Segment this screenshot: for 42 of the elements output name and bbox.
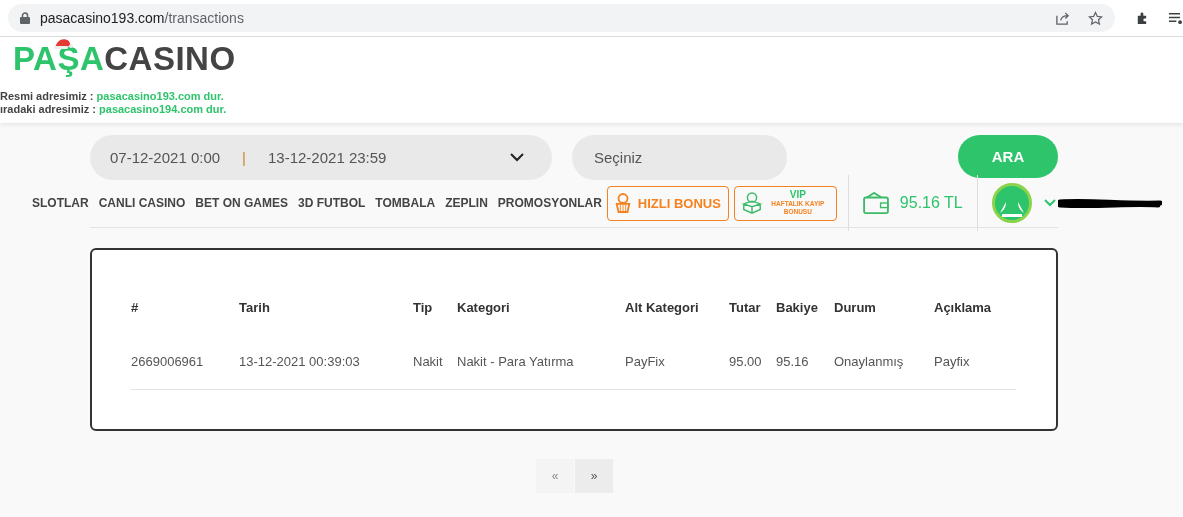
table-cell: 13-12-2021 00:39:03 [239, 354, 413, 390]
table-cell: Nakit - Para Yatırma [457, 354, 625, 390]
date-range-field[interactable]: 07-12-2021 0:00 | 13-12-2021 23:59 [90, 135, 552, 180]
nav-link[interactable]: 3D FUTBOL [298, 196, 366, 210]
table-cell: 95.16 [776, 354, 834, 390]
table-cell: Nakit [413, 354, 457, 390]
chevron-down-icon [510, 153, 524, 162]
gift-box-icon [740, 192, 763, 214]
column-header: Alt Kategori [625, 300, 700, 317]
nav-link[interactable]: SLOTLAR [32, 196, 89, 210]
column-header: Tutar [729, 300, 762, 317]
column-header: Kategori [457, 300, 511, 317]
santa-hat-icon [53, 37, 73, 49]
nav-link[interactable]: BET ON GAMES [195, 196, 288, 210]
address-notice: ıradaki adresimiz : pasacasino194.com dur. [0, 103, 227, 116]
lock-icon [20, 12, 30, 24]
url-text: pasacasino193.com/transactions [40, 10, 245, 26]
column-header: Durum [834, 300, 877, 317]
column-header: Açıklama [934, 300, 993, 317]
nav-link[interactable]: CANLI CASINO [98, 196, 186, 210]
nav-link[interactable]: PROMOSYONLAR [497, 196, 602, 210]
category-select[interactable]: Seçiniz [572, 135, 787, 180]
table-cell: 2669006961 [131, 354, 239, 390]
table-cell: 95.00 [729, 354, 776, 390]
nav-link[interactable]: TOMBALA [375, 196, 436, 210]
gift-basket-icon [613, 192, 632, 214]
share-icon[interactable] [1055, 10, 1071, 26]
address-notice: Resmi adresimiz : pasacasino193.com dur. [0, 90, 224, 103]
wallet-icon [862, 192, 889, 214]
page-button[interactable]: » [575, 459, 613, 493]
logo[interactable]: PAŞACASINO [13, 40, 236, 78]
star-icon[interactable] [1088, 10, 1104, 26]
column-header: Bakiye [776, 300, 819, 317]
address-bar[interactable]: pasacasino193.com/transactions [8, 4, 1116, 32]
table-cell: Onaylanmış [834, 354, 934, 390]
column-header: Tip [413, 300, 434, 317]
table-cell: Payfix [934, 354, 1016, 390]
table-cell: PayFix [625, 354, 729, 390]
reading-list-icon[interactable] [1168, 10, 1183, 26]
column-header: Tarih [239, 300, 271, 317]
nav-link[interactable]: ZEPLIN [445, 196, 488, 210]
column-header: # [131, 300, 140, 317]
